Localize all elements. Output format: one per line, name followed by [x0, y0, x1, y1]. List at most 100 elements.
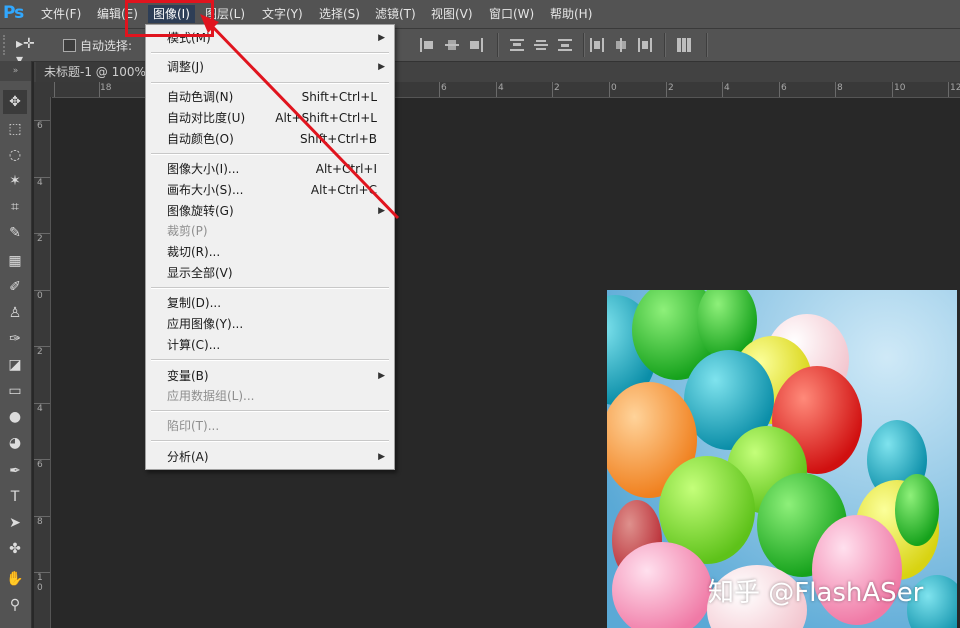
menu-item-label: 复制(D)... — [167, 296, 222, 310]
menu-file[interactable]: 文件(F) — [36, 5, 86, 23]
menu-help[interactable]: 帮助(H) — [545, 5, 597, 23]
distribute-bottom-icon[interactable] — [558, 38, 572, 52]
menu-item-apply-image[interactable]: 应用图像(Y)... — [146, 314, 394, 335]
ruler-label: 1 0 — [37, 573, 43, 593]
submenu-arrow-icon: ▶ — [378, 206, 385, 216]
align-hcenter-icon[interactable] — [614, 38, 628, 52]
menu-type[interactable]: 文字(Y) — [257, 5, 308, 23]
move-tool-icon[interactable]: ✥ — [3, 90, 27, 114]
menu-item-variables[interactable]: 变量(B) ▶ — [146, 366, 394, 387]
options-divider — [497, 33, 499, 57]
watermark-text: 知乎 @FlashASer — [708, 578, 924, 608]
annotation-highlight-box — [125, 0, 214, 37]
menu-item-duplicate[interactable]: 复制(D)... — [146, 293, 394, 314]
magic-wand-tool-icon[interactable]: ✶ — [3, 169, 27, 193]
menu-item-label: 计算(C)... — [167, 338, 221, 352]
menu-item-calculations[interactable]: 计算(C)... — [146, 335, 394, 356]
menu-item-label: 裁剪(P) — [167, 224, 208, 238]
ruler-label: 12 — [950, 83, 960, 93]
pen-tool-icon[interactable]: ✒ — [3, 459, 27, 483]
ruler-label: 2 — [37, 234, 43, 244]
menu-item-label: 自动颜色(O) — [167, 132, 234, 146]
options-grip[interactable] — [3, 35, 9, 55]
ruler-label: 4 — [498, 83, 504, 93]
menu-item-canvas-size[interactable]: 画布大小(S)... Alt+Ctrl+C — [146, 180, 394, 201]
shape-tool-icon[interactable]: ✤ — [3, 537, 27, 561]
menu-item-analysis[interactable]: 分析(A) ▶ — [146, 447, 394, 468]
menu-separator — [151, 82, 389, 84]
zoom-tool-icon[interactable]: ⚲ — [3, 593, 27, 617]
menu-item-label: 应用数据组(L)... — [167, 389, 255, 403]
menu-separator — [151, 440, 389, 442]
menu-item-auto-tone[interactable]: 自动色调(N) Shift+Ctrl+L — [146, 87, 394, 108]
menu-filter[interactable]: 滤镜(T) — [370, 5, 421, 23]
ruler-label: 2 — [554, 83, 560, 93]
lasso-tool-icon[interactable]: ◌ — [3, 143, 27, 167]
menu-item-label: 陷印(T)... — [167, 419, 220, 433]
options-divider — [583, 33, 585, 57]
menu-item-label: 自动色调(N) — [167, 90, 234, 104]
menu-separator — [151, 153, 389, 155]
align-vcenter-icon[interactable] — [445, 38, 459, 52]
align-top-icon[interactable] — [420, 38, 434, 52]
ruler-label: 8 — [837, 83, 843, 93]
gradient-tool-icon[interactable]: ▭ — [3, 379, 27, 403]
blur-tool-icon[interactable]: ● — [3, 405, 27, 429]
path-selection-tool-icon[interactable]: ➤ — [3, 511, 27, 535]
menu-item-label: 自动对比度(U) — [167, 111, 246, 125]
ruler-label: 0 — [611, 83, 617, 93]
menu-item-auto-color[interactable]: 自动颜色(O) Shift+Ctrl+B — [146, 129, 394, 150]
photoshop-logo: Ps — [3, 3, 24, 23]
ruler-label: 6 — [441, 83, 447, 93]
menu-item-auto-contrast[interactable]: 自动对比度(U) Alt+Shift+Ctrl+L — [146, 108, 394, 129]
eraser-tool-icon[interactable]: ◪ — [3, 353, 27, 377]
menu-item-image-rotation[interactable]: 图像旋转(G) ▶ — [146, 201, 394, 222]
dodge-tool-icon[interactable]: ◕ — [3, 431, 27, 455]
vertical-ruler: 6 4 2 0 2 4 6 8 1 0 — [34, 97, 51, 628]
menu-item-label: 分析(A) — [167, 450, 209, 464]
menu-item-trim[interactable]: 裁切(R)... — [146, 242, 394, 263]
distribute-top-icon[interactable] — [510, 38, 524, 52]
menu-item-label: 图像大小(I)... — [167, 162, 240, 176]
ruler-label: 6 — [37, 121, 43, 131]
ruler-label: 4 — [37, 404, 43, 414]
menu-item-shortcut: Shift+Ctrl+L — [301, 90, 377, 104]
menu-item-apply-data-set: 应用数据组(L)... — [146, 386, 394, 407]
brush-tool-icon[interactable]: ✐ — [3, 275, 27, 299]
menu-item-image-size[interactable]: 图像大小(I)... Alt+Ctrl+I — [146, 159, 394, 180]
ruler-label: 8 — [37, 517, 43, 527]
menu-item-label: 画布大小(S)... — [167, 183, 244, 197]
menu-select[interactable]: 选择(S) — [314, 5, 365, 23]
type-tool-icon[interactable]: T — [3, 485, 27, 509]
tools-collapse-icon[interactable]: » — [0, 61, 31, 81]
crop-tool-icon[interactable]: ⌗ — [3, 195, 27, 219]
marquee-tool-icon[interactable]: ⬚ — [3, 117, 27, 141]
history-brush-tool-icon[interactable]: ✑ — [3, 327, 27, 351]
healing-brush-tool-icon[interactable]: ▦ — [3, 249, 27, 273]
document-tab[interactable]: 未标题-1 @ 100% — [36, 62, 146, 82]
distribute-vcenter-icon[interactable] — [534, 38, 548, 52]
options-divider — [664, 33, 666, 57]
auto-align-icon[interactable] — [677, 38, 691, 52]
menu-view[interactable]: 视图(V) — [426, 5, 478, 23]
menu-item-label: 变量(B) — [167, 369, 209, 383]
menu-item-label: 应用图像(Y)... — [167, 317, 244, 331]
ruler-label: 4 — [37, 178, 43, 188]
menu-item-reveal-all[interactable]: 显示全部(V) — [146, 263, 394, 284]
menu-item-shortcut: Alt+Ctrl+I — [315, 162, 377, 176]
menu-item-shortcut: Shift+Ctrl+B — [300, 132, 377, 146]
align-bottom-icon[interactable] — [469, 38, 483, 52]
menu-item-trap: 陷印(T)... — [146, 416, 394, 437]
align-left-icon[interactable] — [590, 38, 604, 52]
auto-select-checkbox[interactable] — [63, 39, 76, 52]
ruler-label: 18 — [100, 83, 112, 93]
eyedropper-tool-icon[interactable]: ✎ — [3, 221, 27, 245]
menu-item-adjustments[interactable]: 调整(J) ▶ — [146, 57, 394, 78]
align-right-icon[interactable] — [638, 38, 652, 52]
clone-stamp-tool-icon[interactable]: ♙ — [3, 301, 27, 325]
menu-window[interactable]: 窗口(W) — [484, 5, 539, 23]
menu-separator — [151, 410, 389, 412]
hand-tool-icon[interactable]: ✋ — [3, 567, 27, 591]
menu-item-shortcut: Alt+Shift+Ctrl+L — [275, 111, 377, 125]
move-tool-preset-icon[interactable]: ▸✛ ▾ — [16, 36, 46, 68]
